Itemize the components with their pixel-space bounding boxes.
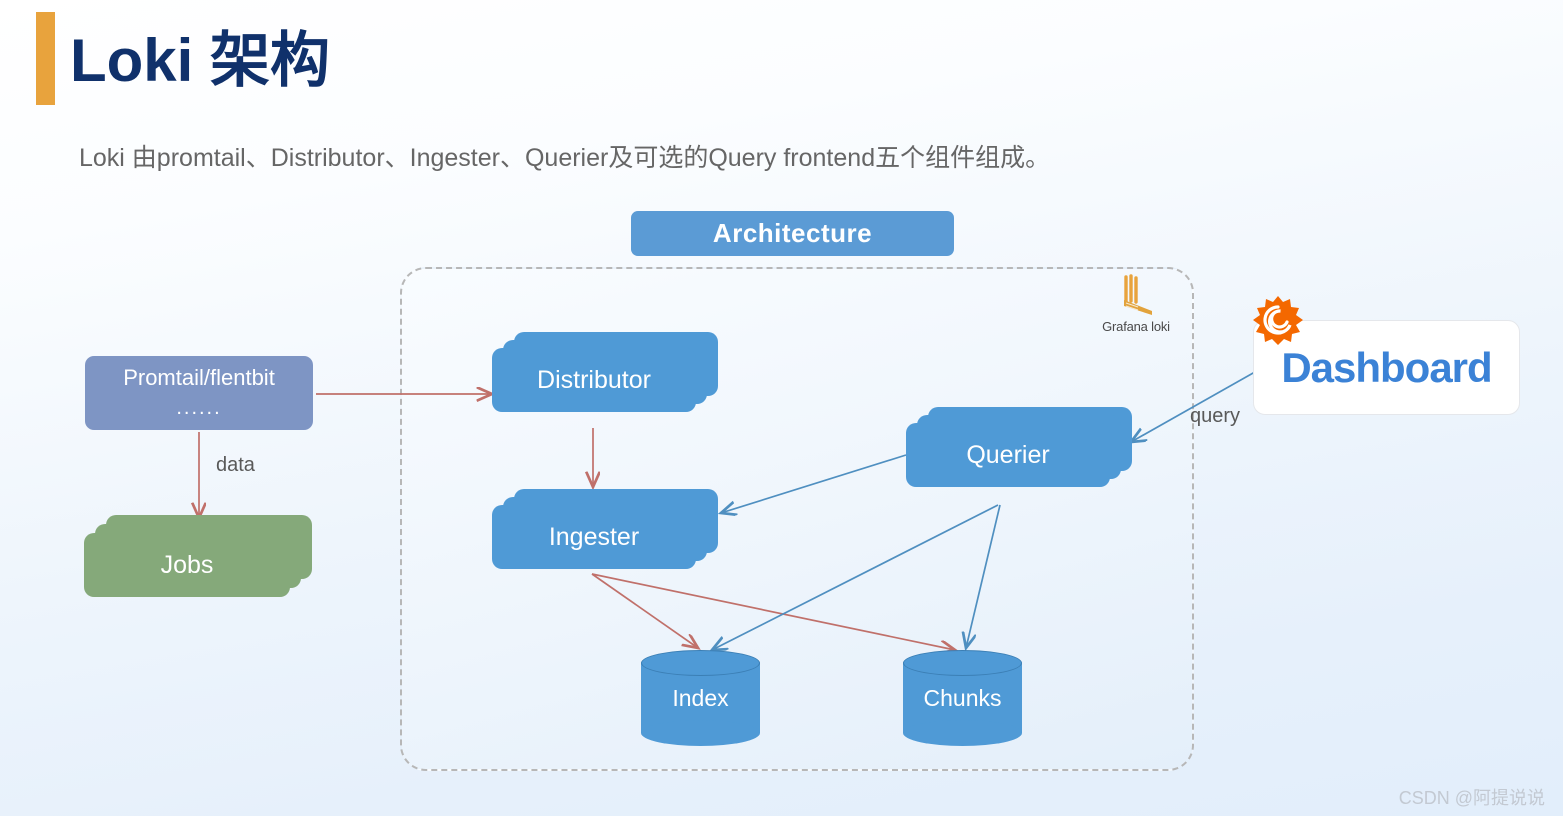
loki-mark-icon bbox=[1124, 274, 1152, 315]
title-accent-bar bbox=[36, 12, 55, 105]
edge-label-data: data bbox=[216, 454, 255, 476]
node-index[interactable]: Index bbox=[641, 650, 760, 746]
node-distributor[interactable]: Distributor bbox=[492, 332, 718, 428]
edge-label-query: query bbox=[1190, 405, 1241, 427]
loki-mark-base bbox=[1124, 300, 1152, 315]
node-querier-label: Querier bbox=[906, 423, 1110, 487]
grafana-loki-logo: Grafana loki bbox=[1090, 272, 1182, 334]
node-querier[interactable]: Querier bbox=[906, 407, 1132, 503]
node-chunks-label: Chunks bbox=[923, 684, 1002, 711]
grafana-loki-logo-text: Grafana loki bbox=[1102, 319, 1170, 334]
node-jobs-label: Jobs bbox=[84, 533, 290, 597]
page-subtitle: Loki 由promtail、Distributor、Ingester、Quer… bbox=[79, 144, 1051, 172]
architecture-badge: Architecture bbox=[631, 211, 954, 256]
node-ingester[interactable]: Ingester bbox=[492, 489, 718, 585]
grafana-sun-icon bbox=[1253, 296, 1303, 345]
node-chunks[interactable]: Chunks bbox=[903, 650, 1022, 746]
dashboard-label: Dashboard bbox=[1281, 343, 1492, 391]
node-ingester-label: Ingester bbox=[492, 505, 696, 569]
node-jobs[interactable]: Jobs bbox=[84, 515, 312, 611]
node-promtail[interactable]: Promtail/flentbit ...... bbox=[85, 356, 313, 430]
node-promtail-sublabel: ...... bbox=[176, 397, 222, 419]
node-promtail-label: Promtail/flentbit bbox=[123, 365, 275, 390]
watermark: CSDN @阿提说说 bbox=[1398, 788, 1545, 808]
node-index-label: Index bbox=[672, 684, 729, 711]
page-title: Loki 架构 bbox=[70, 27, 331, 94]
node-distributor-label: Distributor bbox=[492, 348, 696, 412]
